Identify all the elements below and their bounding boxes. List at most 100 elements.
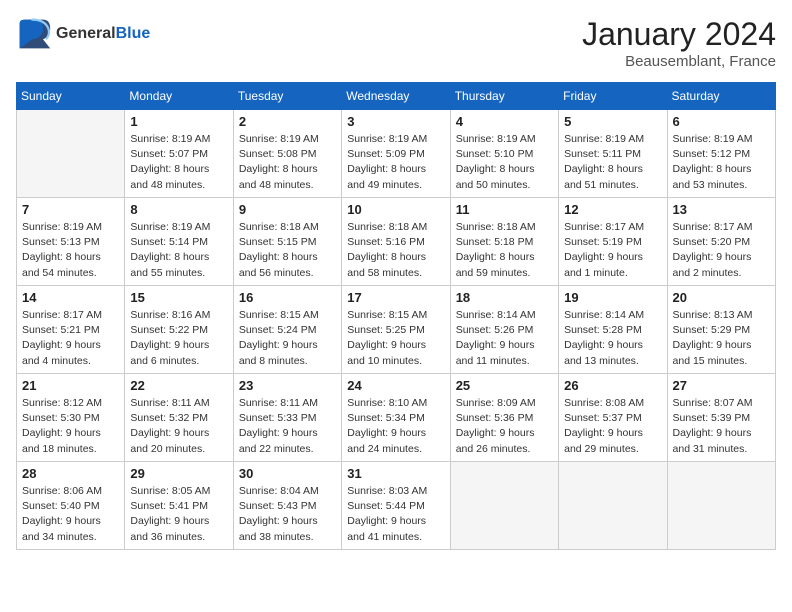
weekday-header-sunday: Sunday [17,83,125,110]
week-row-4: 21 Sunrise: 8:12 AMSunset: 5:30 PMDayligh… [17,374,776,462]
calendar-cell: 6 Sunrise: 8:19 AMSunset: 5:12 PMDaylight… [667,110,775,198]
calendar-cell: 14Sunrise: 8:17 AMSunset: 5:21 PMDayligh… [17,286,125,374]
calendar-cell: 10 Sunrise: 8:18 AMSunset: 5:16 PMDayligh… [342,198,450,286]
calendar-cell: 30 Sunrise: 8:04 AMSunset: 5:43 PMDayligh… [233,462,341,550]
weekday-header-wednesday: Wednesday [342,83,450,110]
title-block: January 2024 Beausemblant, France [582,16,776,70]
calendar-cell: 20 Sunrise: 8:13 AMSunset: 5:29 PMDayligh… [667,286,775,374]
calendar-cell: 4Sunrise: 8:19 AMSunset: 5:10 PMDaylight… [450,110,558,198]
day-info: Sunrise: 8:17 AMSunset: 5:20 PMDaylight:… [673,220,770,281]
calendar-cell: 12 Sunrise: 8:17 AMSunset: 5:19 PMDayligh… [559,198,667,286]
day-number: 11 [456,202,553,217]
calendar-cell: 31Sunrise: 8:03 AMSunset: 5:44 PMDayligh… [342,462,450,550]
week-row-1: 1 Sunrise: 8:19 AMSunset: 5:07 PMDaylight… [17,110,776,198]
day-number: 6 [673,114,770,129]
day-info: Sunrise: 8:05 AMSunset: 5:41 PMDaylight:… [130,484,227,545]
day-info: Sunrise: 8:15 AMSunset: 5:25 PMDaylight:… [347,308,444,369]
calendar-cell: 16 Sunrise: 8:15 AMSunset: 5:24 PMDayligh… [233,286,341,374]
calendar-cell: 27 Sunrise: 8:07 AMSunset: 5:39 PMDayligh… [667,374,775,462]
calendar-table: SundayMondayTuesdayWednesdayThursdayFrid… [16,82,776,550]
day-number: 13 [673,202,770,217]
calendar-cell: 21 Sunrise: 8:12 AMSunset: 5:30 PMDayligh… [17,374,125,462]
weekday-header-saturday: Saturday [667,83,775,110]
day-number: 10 [347,202,444,217]
day-number: 22 [130,378,227,393]
day-info: Sunrise: 8:07 AMSunset: 5:39 PMDaylight:… [673,396,770,457]
weekday-header-tuesday: Tuesday [233,83,341,110]
calendar-cell: 1 Sunrise: 8:19 AMSunset: 5:07 PMDaylight… [125,110,233,198]
day-info: Sunrise: 8:12 AMSunset: 5:30 PMDaylight:… [22,396,119,457]
day-info: Sunrise: 8:19 AMSunset: 5:14 PMDaylight:… [130,220,227,281]
week-row-3: 14Sunrise: 8:17 AMSunset: 5:21 PMDayligh… [17,286,776,374]
day-number: 28 [22,466,119,481]
day-number: 30 [239,466,336,481]
page-header: GeneralBlue January 2024 Beausemblant, F… [16,16,776,70]
day-number: 31 [347,466,444,481]
calendar-cell: 17 Sunrise: 8:15 AMSunset: 5:25 PMDayligh… [342,286,450,374]
day-number: 25 [456,378,553,393]
calendar-cell: 13 Sunrise: 8:17 AMSunset: 5:20 PMDayligh… [667,198,775,286]
calendar-cell: 18Sunrise: 8:14 AMSunset: 5:26 PMDayligh… [450,286,558,374]
calendar-cell: 22 Sunrise: 8:11 AMSunset: 5:32 PMDayligh… [125,374,233,462]
day-info: Sunrise: 8:19 AMSunset: 5:12 PMDaylight:… [673,132,770,193]
day-info: Sunrise: 8:19 AMSunset: 5:07 PMDaylight:… [130,132,227,193]
day-number: 5 [564,114,661,129]
calendar-cell: 26Sunrise: 8:08 AMSunset: 5:37 PMDayligh… [559,374,667,462]
day-number: 29 [130,466,227,481]
day-info: Sunrise: 8:19 AMSunset: 5:08 PMDaylight:… [239,132,336,193]
day-info: Sunrise: 8:18 AMSunset: 5:18 PMDaylight:… [456,220,553,281]
calendar-cell [667,462,775,550]
day-number: 17 [347,290,444,305]
calendar-cell: 29 Sunrise: 8:05 AMSunset: 5:41 PMDayligh… [125,462,233,550]
calendar-cell: 8 Sunrise: 8:19 AMSunset: 5:14 PMDaylight… [125,198,233,286]
day-number: 20 [673,290,770,305]
day-number: 24 [347,378,444,393]
day-info: Sunrise: 8:08 AMSunset: 5:37 PMDaylight:… [564,396,661,457]
day-number: 19 [564,290,661,305]
calendar-cell: 19Sunrise: 8:14 AMSunset: 5:28 PMDayligh… [559,286,667,374]
calendar-cell [17,110,125,198]
day-info: Sunrise: 8:19 AMSunset: 5:13 PMDaylight:… [22,220,119,281]
weekday-header-monday: Monday [125,83,233,110]
weekday-header-friday: Friday [559,83,667,110]
day-info: Sunrise: 8:15 AMSunset: 5:24 PMDaylight:… [239,308,336,369]
week-row-2: 7 Sunrise: 8:19 AMSunset: 5:13 PMDaylight… [17,198,776,286]
calendar-cell [450,462,558,550]
logo-text: GeneralBlue [56,25,150,43]
day-info: Sunrise: 8:09 AMSunset: 5:36 PMDaylight:… [456,396,553,457]
day-info: Sunrise: 8:19 AMSunset: 5:11 PMDaylight:… [564,132,661,193]
calendar-cell: 28 Sunrise: 8:06 AMSunset: 5:40 PMDayligh… [17,462,125,550]
day-info: Sunrise: 8:06 AMSunset: 5:40 PMDaylight:… [22,484,119,545]
day-number: 8 [130,202,227,217]
day-number: 9 [239,202,336,217]
calendar-cell: 7 Sunrise: 8:19 AMSunset: 5:13 PMDaylight… [17,198,125,286]
calendar-cell: 2Sunrise: 8:19 AMSunset: 5:08 PMDaylight… [233,110,341,198]
week-row-5: 28 Sunrise: 8:06 AMSunset: 5:40 PMDayligh… [17,462,776,550]
month-title: January 2024 [582,16,776,53]
day-info: Sunrise: 8:19 AMSunset: 5:10 PMDaylight:… [456,132,553,193]
day-number: 7 [22,202,119,217]
calendar-cell: 24Sunrise: 8:10 AMSunset: 5:34 PMDayligh… [342,374,450,462]
day-info: Sunrise: 8:17 AMSunset: 5:21 PMDaylight:… [22,308,119,369]
location: Beausemblant, France [582,53,776,70]
day-info: Sunrise: 8:13 AMSunset: 5:29 PMDaylight:… [673,308,770,369]
day-number: 18 [456,290,553,305]
logo: GeneralBlue [16,16,150,52]
day-info: Sunrise: 8:11 AMSunset: 5:33 PMDaylight:… [239,396,336,457]
day-info: Sunrise: 8:11 AMSunset: 5:32 PMDaylight:… [130,396,227,457]
calendar-cell: 23 Sunrise: 8:11 AMSunset: 5:33 PMDayligh… [233,374,341,462]
day-number: 27 [673,378,770,393]
day-info: Sunrise: 8:04 AMSunset: 5:43 PMDaylight:… [239,484,336,545]
day-info: Sunrise: 8:17 AMSunset: 5:19 PMDaylight:… [564,220,661,281]
day-number: 1 [130,114,227,129]
calendar-cell: 15Sunrise: 8:16 AMSunset: 5:22 PMDayligh… [125,286,233,374]
day-info: Sunrise: 8:18 AMSunset: 5:16 PMDaylight:… [347,220,444,281]
calendar-cell: 25 Sunrise: 8:09 AMSunset: 5:36 PMDayligh… [450,374,558,462]
calendar-cell: 3Sunrise: 8:19 AMSunset: 5:09 PMDaylight… [342,110,450,198]
day-number: 23 [239,378,336,393]
day-number: 21 [22,378,119,393]
day-number: 12 [564,202,661,217]
weekday-header-row: SundayMondayTuesdayWednesdayThursdayFrid… [17,83,776,110]
calendar-cell: 5 Sunrise: 8:19 AMSunset: 5:11 PMDaylight… [559,110,667,198]
day-number: 16 [239,290,336,305]
